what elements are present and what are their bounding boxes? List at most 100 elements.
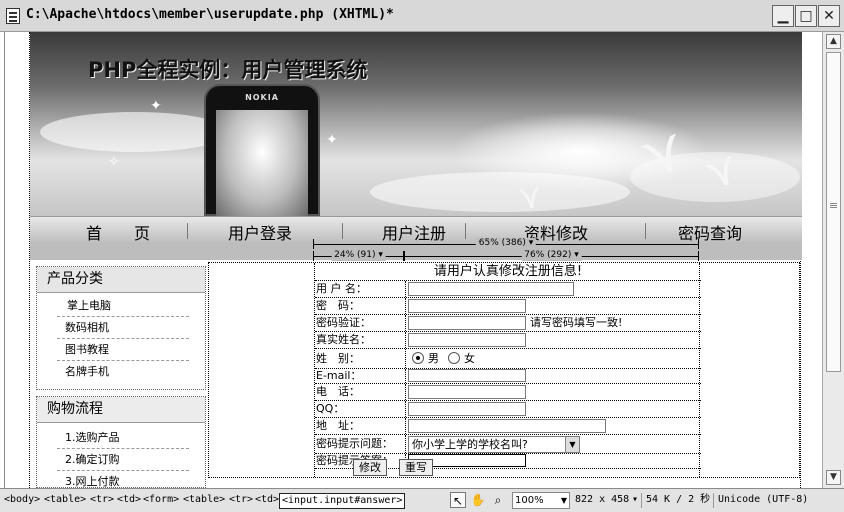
tag-selector-td[interactable]: <td> (117, 493, 141, 507)
row-buttons: 修改 重写 (315, 459, 701, 477)
sidebar-item-camera[interactable]: 数码相机 (57, 317, 189, 339)
pointer-tool-icon[interactable]: ↖ (450, 492, 466, 508)
window-titlebar: C:\Apache\htdocs\member\userupdate.php (… (0, 0, 844, 32)
tag-selector-body[interactable]: <body> (4, 493, 40, 507)
question-selected-value: 你小学上学的学校名叫? (412, 438, 528, 451)
nav-divider (342, 223, 343, 239)
sidebar-item-pda[interactable]: 掌上电脑 (57, 295, 189, 317)
nav-divider (645, 223, 646, 239)
tag-selector-tr[interactable]: <tr> (90, 493, 114, 507)
shopping-flow-box: 购物流程 1.选购产品 2.确定订购 3.网上付款 (36, 396, 206, 488)
encoding: Unicode (UTF-8) (718, 494, 809, 505)
address-label: 地 址： (316, 419, 360, 432)
qq-label: QQ： (316, 402, 345, 415)
gender-male-label: 男 (428, 352, 439, 365)
banner-title: PHP全程实例：用户管理系统 (88, 58, 368, 82)
zoom-tool-icon[interactable]: ⌕ (490, 492, 506, 508)
column-width-ruler-right[interactable]: 76% (292) ▾ (404, 250, 699, 261)
username-input[interactable] (408, 282, 574, 296)
tag-selector-table[interactable]: <table> (44, 493, 86, 507)
row-password-confirm: 密码验证： 请写密码填写一致! (315, 315, 701, 332)
password-label: 密 码： (316, 299, 360, 312)
chevron-down-icon: ▼ (560, 496, 567, 505)
row-realname: 真实姓名： (315, 332, 701, 349)
row-password: 密 码： (315, 298, 701, 315)
hand-tool-icon[interactable]: ✋ (470, 492, 486, 508)
row-address: 地 址： (315, 418, 701, 435)
tag-selector-tr[interactable]: <tr> (229, 493, 253, 507)
scroll-thumb[interactable] (826, 52, 841, 372)
tag-selector-form[interactable]: <form> (143, 493, 179, 507)
ruler-label: 24% (91) ▾ (331, 250, 386, 261)
gender-female-radio[interactable] (448, 352, 460, 364)
seagull-icon: ⋎ (515, 175, 546, 216)
tag-selector-td[interactable]: <td> (255, 493, 279, 507)
page-table: ✦ ✧ ✦ PHP全程实例：用户管理系统 NOKIA ⋎ ⋎ ⋎ 首 页 用户登… (29, 32, 802, 488)
gender-female-label: 女 (464, 352, 475, 365)
realname-input[interactable] (408, 333, 526, 347)
password-confirm-label: 密码验证： (316, 316, 371, 329)
minimize-button[interactable]: ▁ (772, 5, 794, 27)
update-form: 请用户认真修改注册信息! 用 户 名： 密 码： 密码验证： 请写密码填写一致! (314, 263, 701, 477)
cloud (370, 172, 630, 212)
ruler-label: 65% (386) ▾ (475, 238, 537, 249)
row-email: E-mail： (315, 369, 701, 384)
nav-login[interactable]: 用户登录 (228, 220, 292, 244)
window-size-dropdown-icon[interactable]: ▾ (632, 493, 638, 507)
shopping-step-1[interactable]: 1.选购产品 (57, 427, 189, 449)
password-hint: 请写密码填写一致! (530, 316, 623, 329)
phone-input[interactable] (408, 385, 526, 399)
status-divider (713, 493, 714, 508)
question-label: 密码提示问题： (316, 437, 393, 450)
row-question: 密码提示问题： 你小学上学的学校名叫? ▼ (315, 435, 701, 454)
chevron-down-icon: ▼ (565, 437, 579, 452)
file-size-info: 54 K / 2 秒 (646, 494, 711, 505)
email-input[interactable] (408, 369, 526, 382)
maximize-button[interactable]: □ (795, 5, 817, 27)
zoom-value: 100% (515, 495, 544, 506)
shopping-step-3[interactable]: 3.网上付款 (57, 471, 189, 488)
close-button[interactable]: ✕ (818, 5, 840, 27)
sparkle-icon: ✧ (108, 154, 120, 170)
row-qq: QQ： (315, 401, 701, 418)
scroll-up-icon[interactable]: ▲ (826, 34, 841, 49)
scroll-down-icon[interactable]: ▼ (826, 470, 841, 485)
vertical-scrollbar[interactable]: ▲ ▼ (822, 32, 844, 488)
window-title: C:\Apache\htdocs\member\userupdate.php (… (26, 7, 394, 22)
realname-label: 真实姓名： (316, 333, 371, 346)
nav-home[interactable]: 首 页 (86, 220, 150, 244)
shopping-flow-heading: 购物流程 (37, 397, 205, 423)
row-gender: 姓 别： 男 女 (315, 349, 701, 369)
window-size[interactable]: 822 x 458 (575, 493, 629, 507)
phone-label: 电 话： (316, 385, 360, 398)
shopping-step-2[interactable]: 2.确定订购 (57, 449, 189, 471)
submit-button[interactable]: 修改 (353, 459, 387, 476)
nav-divider (465, 223, 466, 239)
password-confirm-input[interactable] (408, 316, 526, 330)
reset-button[interactable]: 重写 (399, 459, 433, 476)
sidebar-item-books[interactable]: 图书教程 (57, 339, 189, 361)
tag-selector-input-answer[interactable]: <input.input#answer> (279, 493, 406, 509)
design-view[interactable]: ✦ ✧ ✦ PHP全程实例：用户管理系统 NOKIA ⋎ ⋎ ⋎ 首 页 用户登… (4, 32, 822, 488)
header-banner: ✦ ✧ ✦ PHP全程实例：用户管理系统 NOKIA ⋎ ⋎ ⋎ (30, 32, 802, 216)
status-divider (641, 493, 642, 508)
phone-brand-logo: NOKIA (245, 93, 279, 102)
phone-image: NOKIA (204, 84, 320, 216)
status-bar: <body> <table> <tr> <td> <form> <table> … (0, 488, 844, 512)
table-width-ruler-outer[interactable]: 65% (386) ▾ (313, 238, 699, 249)
ruler-label: 76% (292) ▾ (521, 250, 582, 261)
gender-label: 姓 别： (316, 352, 360, 365)
sidebar-item-phones[interactable]: 名牌手机 (57, 361, 189, 383)
qq-input[interactable] (408, 402, 526, 416)
gender-male-radio[interactable] (412, 352, 424, 364)
password-input[interactable] (408, 299, 526, 313)
nav-divider (187, 223, 188, 239)
tag-selector-table[interactable]: <table> (183, 493, 225, 507)
address-input[interactable] (408, 419, 606, 433)
form-title: 请用户认真修改注册信息! (315, 263, 701, 281)
username-label: 用 户 名： (316, 282, 367, 295)
document-icon (6, 8, 20, 24)
column-width-ruler-left[interactable]: 24% (91) ▾ (313, 250, 404, 261)
zoom-select[interactable]: 100% ▼ (512, 492, 570, 509)
question-select[interactable]: 你小学上学的学校名叫? ▼ (408, 436, 580, 453)
